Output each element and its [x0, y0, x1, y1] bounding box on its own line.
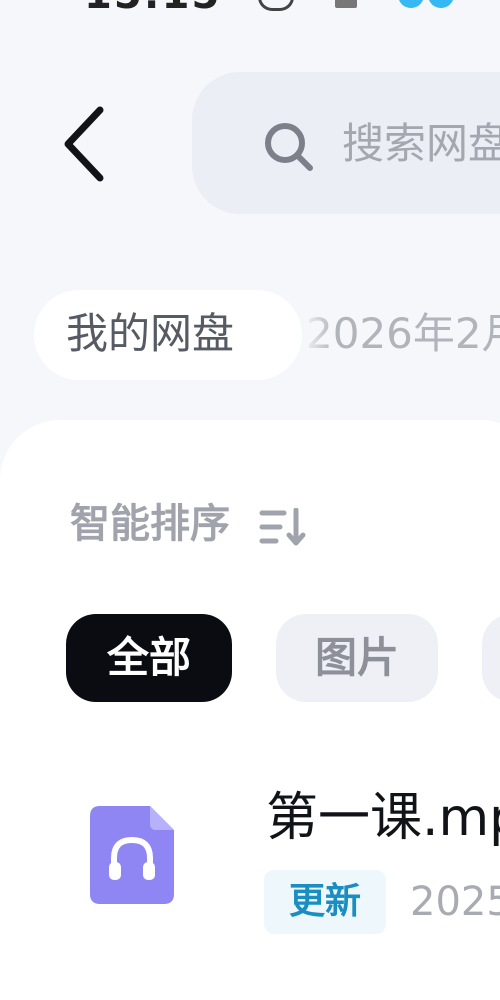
audio-file-icon: [90, 806, 174, 904]
file-name: 第一课.mp3: [266, 788, 500, 848]
breadcrumb: 我的网盘 2026年2月: [0, 290, 500, 390]
app-status-icon: [398, 0, 458, 8]
update-badge: 更新: [264, 870, 386, 934]
sim-icon: [335, 0, 357, 8]
breadcrumb-current[interactable]: 2026年2月: [302, 300, 500, 370]
back-button[interactable]: [58, 104, 114, 184]
breadcrumb-root[interactable]: 我的网盘: [34, 290, 302, 380]
search-icon: [265, 123, 313, 171]
status-bar: 15:15: [0, 0, 500, 20]
sort-button[interactable]: 智能排序: [70, 498, 230, 550]
netdisk-page: 15:15 搜索网盘 我的网盘 2026年2月 智能排序 全部 图片: [0, 0, 500, 1000]
file-date: 2025: [410, 879, 500, 925]
breadcrumb-root-label: 我的网盘: [66, 309, 235, 358]
sort-order-icon: [259, 508, 306, 546]
chevron-left-icon: [64, 106, 104, 182]
status-time: 15:15: [84, 0, 221, 18]
filter-chip-image[interactable]: 图片: [276, 614, 438, 702]
filter-chip-all[interactable]: 全部: [66, 614, 232, 702]
signal-icon: [258, 0, 294, 11]
search-placeholder: 搜索网盘: [342, 119, 500, 168]
